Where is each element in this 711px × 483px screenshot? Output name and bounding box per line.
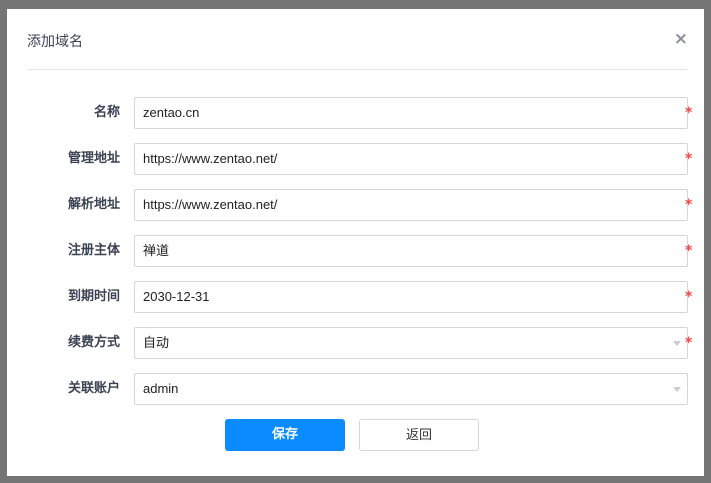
required-mark: * bbox=[685, 243, 693, 259]
required-mark: * bbox=[685, 335, 693, 351]
field-label: 续费方式 bbox=[67, 335, 120, 350]
admin-url-input[interactable]: https://www.zentao.net/ bbox=[134, 143, 688, 175]
form-row-admin-url: 管理地址 https://www.zentao.net/ * bbox=[7, 143, 704, 175]
required-mark: * bbox=[685, 151, 693, 167]
chevron-down-icon bbox=[673, 387, 681, 392]
back-button[interactable]: 返回 bbox=[359, 419, 479, 451]
resolve-url-input[interactable]: https://www.zentao.net/ bbox=[134, 189, 688, 221]
name-input[interactable]: zentao.cn bbox=[134, 97, 688, 129]
form-row-expiry: 到期时间 2030-12-31 * bbox=[7, 281, 704, 313]
renewal-method-select[interactable]: 自动 bbox=[134, 327, 688, 359]
form-row-resolve-url: 解析地址 https://www.zentao.net/ * bbox=[7, 189, 704, 221]
form-row-registrant: 注册主体 禅道 * bbox=[7, 235, 704, 267]
chevron-down-icon bbox=[673, 341, 681, 346]
field-label: 关联账户 bbox=[67, 381, 120, 396]
dialog-title: 添加域名 bbox=[27, 34, 83, 50]
add-domain-dialog: 添加域名 × 名称 zentao.cn * 管理地址 https://www.z… bbox=[7, 9, 704, 476]
field-label: 管理地址 bbox=[67, 151, 120, 166]
required-mark: * bbox=[685, 105, 693, 121]
registrant-input[interactable]: 禅道 bbox=[134, 235, 688, 267]
header-divider bbox=[27, 69, 687, 70]
form-row-name: 名称 zentao.cn * bbox=[7, 97, 704, 129]
required-mark: * bbox=[685, 197, 693, 213]
expiry-date-input[interactable]: 2030-12-31 bbox=[134, 281, 688, 313]
close-icon[interactable]: × bbox=[674, 29, 688, 49]
required-mark: * bbox=[685, 289, 693, 305]
form-row-renewal: 续费方式 自动 * bbox=[7, 327, 704, 359]
selected-value: admin bbox=[143, 381, 179, 396]
linked-account-select[interactable]: admin bbox=[134, 373, 688, 405]
field-label: 注册主体 bbox=[67, 243, 120, 258]
form-row-account: 关联账户 admin bbox=[7, 373, 704, 405]
field-label: 解析地址 bbox=[67, 197, 120, 212]
save-button[interactable]: 保存 bbox=[225, 419, 345, 451]
field-label: 到期时间 bbox=[67, 289, 120, 304]
field-label: 名称 bbox=[93, 105, 120, 120]
selected-value: 自动 bbox=[143, 335, 170, 350]
